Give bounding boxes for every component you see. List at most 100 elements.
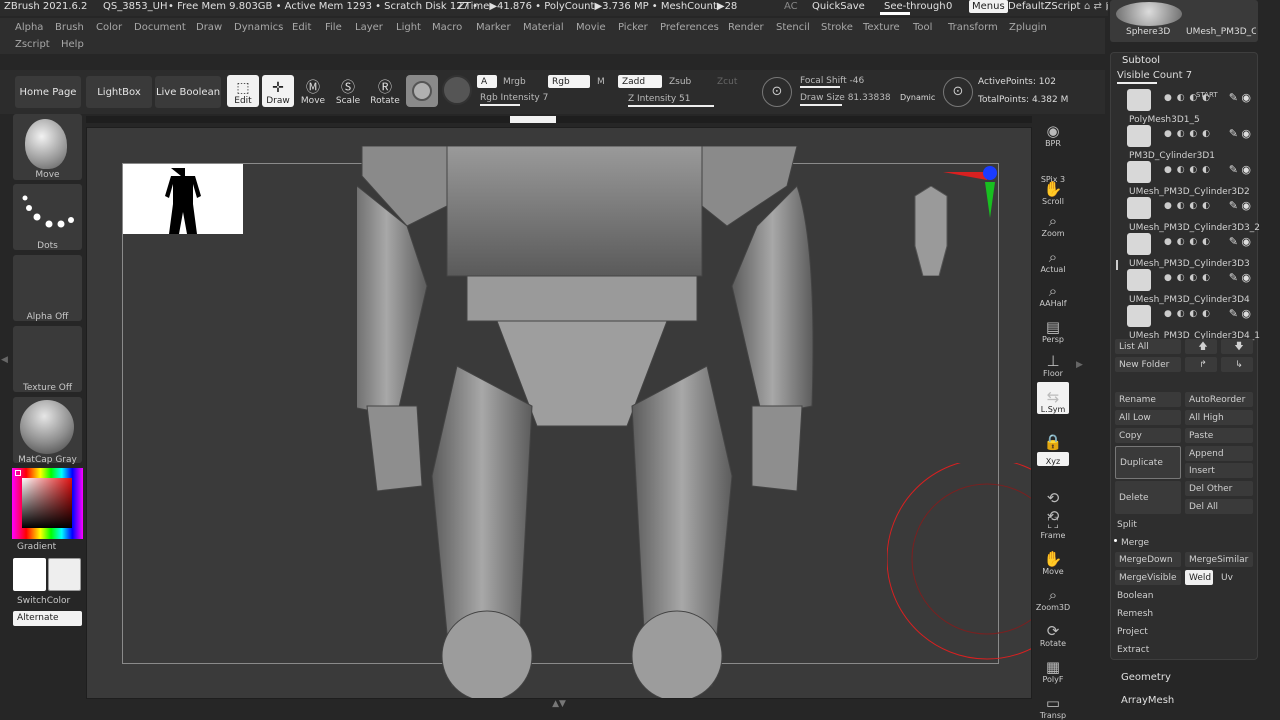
subtool-toggles-icon[interactable]: ● ◐ ◐ ◐ bbox=[1164, 201, 1211, 211]
move-tool-button[interactable]: Ⓜ Move bbox=[297, 75, 329, 107]
secondary-color-swatch[interactable] bbox=[48, 558, 81, 591]
aahalf-button[interactable]: ⌕ AAHalf bbox=[1037, 276, 1069, 308]
orientation-gizmo[interactable] bbox=[943, 162, 1003, 222]
menu-texture[interactable]: Texture bbox=[863, 22, 900, 33]
navigator-thumbnail[interactable] bbox=[123, 164, 243, 234]
insert-button[interactable]: Insert bbox=[1185, 463, 1253, 478]
dynamic-toggle[interactable]: Dynamic bbox=[896, 91, 940, 104]
menus-button[interactable]: Menus bbox=[969, 0, 1008, 13]
subtool-item[interactable]: ● ◐ ◐ ◐ ✎ ◉ UMesh_PM3D_Cylinder3D3_2 bbox=[1119, 197, 1260, 233]
menu-zplugin[interactable]: Zplugin bbox=[1009, 22, 1047, 33]
menu-help[interactable]: Help bbox=[61, 39, 84, 50]
append-button[interactable]: Append bbox=[1185, 446, 1253, 461]
mrgb-toggle[interactable]: Mrgb bbox=[499, 75, 537, 88]
menu-stencil[interactable]: Stencil bbox=[776, 22, 810, 33]
menu-file[interactable]: File bbox=[325, 22, 342, 33]
mergevisible-button[interactable]: MergeVisible bbox=[1115, 570, 1181, 585]
zcut-toggle[interactable]: Zcut bbox=[713, 75, 747, 88]
eye-icon[interactable]: ✎ ◉ bbox=[1229, 271, 1251, 284]
eye-icon[interactable]: ✎ ◉ bbox=[1229, 199, 1251, 212]
menu-color[interactable]: Color bbox=[96, 22, 122, 33]
polyf-button[interactable]: ▦ PolyF bbox=[1037, 652, 1069, 684]
timeline-marker[interactable] bbox=[510, 116, 556, 123]
boolean-section[interactable]: Boolean bbox=[1113, 588, 1257, 603]
menu-stroke[interactable]: Stroke bbox=[821, 22, 853, 33]
timeline-bar[interactable] bbox=[86, 116, 1032, 123]
menu-zscript[interactable]: Zscript bbox=[15, 39, 50, 50]
arraymesh-section[interactable]: ArrayMesh bbox=[1121, 695, 1174, 706]
lightbox-button[interactable]: LightBox bbox=[86, 76, 152, 108]
split-section[interactable]: Split bbox=[1113, 517, 1257, 532]
mergesimilar-button[interactable]: MergeSimilar bbox=[1185, 552, 1253, 567]
default-zscript-button[interactable]: DefaultZScript bbox=[1008, 1, 1080, 12]
uv-toggle[interactable]: Uv bbox=[1217, 570, 1253, 585]
all-high-button[interactable]: All High bbox=[1185, 410, 1253, 425]
subtool-item[interactable]: ● ◐ ◐ ◐ ✎ ◉ UMesh_PM3D_Cylinder3D4 bbox=[1119, 269, 1255, 305]
color-cursor[interactable] bbox=[15, 470, 21, 476]
menu-dynamics[interactable]: Dynamics bbox=[234, 22, 283, 33]
weld-toggle[interactable]: Weld bbox=[1185, 570, 1213, 585]
eye-icon[interactable]: ✎ ◉ bbox=[1229, 163, 1251, 176]
xyz-button[interactable]: Xyz bbox=[1037, 452, 1069, 466]
menu-alpha[interactable]: Alpha bbox=[15, 22, 43, 33]
floor-button[interactable]: ⊥ Floor bbox=[1037, 346, 1069, 378]
list-all-button[interactable]: List All bbox=[1115, 339, 1181, 354]
material-sphere-button[interactable] bbox=[406, 75, 438, 107]
project-section[interactable]: Project bbox=[1113, 624, 1257, 639]
extract-section[interactable]: Extract bbox=[1113, 642, 1257, 657]
geometry-section[interactable]: Geometry bbox=[1121, 672, 1171, 683]
mergedown-button[interactable]: MergeDown bbox=[1115, 552, 1181, 567]
zadd-toggle[interactable]: Zadd bbox=[618, 75, 662, 88]
seethrough-slider-fill[interactable] bbox=[880, 12, 910, 15]
copy-button[interactable]: Copy bbox=[1115, 428, 1181, 443]
menu-tool[interactable]: Tool bbox=[913, 22, 932, 33]
viewport-canvas[interactable] bbox=[86, 127, 1032, 699]
subtool-toggles-icon[interactable]: ● ◐ ◐ ◐ bbox=[1164, 309, 1211, 319]
menu-light[interactable]: Light bbox=[396, 22, 421, 33]
scale-tool-button[interactable]: Ⓢ Scale bbox=[332, 75, 364, 107]
subtool-toggles-icon[interactable]: ● ◐ ◐ ◐ bbox=[1164, 237, 1211, 247]
menu-picker[interactable]: Picker bbox=[618, 22, 648, 33]
menu-transform[interactable]: Transform bbox=[948, 22, 998, 33]
armor-model[interactable] bbox=[357, 146, 837, 699]
eye-icon[interactable]: ✎ ◉ bbox=[1229, 307, 1251, 320]
subtool-toggles-icon[interactable]: ● ◐ ◐ ◐ bbox=[1164, 165, 1211, 175]
scroll-button[interactable]: ✋ Scroll bbox=[1037, 174, 1069, 206]
material-thumbnail[interactable] bbox=[13, 397, 82, 463]
zoom3d-button[interactable]: ⌕ Zoom3D bbox=[1036, 580, 1070, 612]
menu-movie[interactable]: Movie bbox=[576, 22, 606, 33]
menu-marker[interactable]: Marker bbox=[476, 22, 511, 33]
z-intensity-slider[interactable]: Z Intensity 51 bbox=[624, 92, 754, 105]
paste-button[interactable]: Paste bbox=[1185, 428, 1253, 443]
menu-preferences[interactable]: Preferences bbox=[660, 22, 719, 33]
move-up-icon[interactable]: 🡅 bbox=[1185, 339, 1217, 354]
zoom-button[interactable]: ⌕ Zoom bbox=[1037, 206, 1069, 238]
new-folder-button[interactable]: New Folder bbox=[1115, 357, 1181, 372]
edit-tool-button[interactable]: ⬚ Edit bbox=[227, 75, 259, 107]
live-boolean-button[interactable]: Live Boolean bbox=[155, 76, 221, 108]
eye-icon[interactable]: ✎ ◉ bbox=[1229, 127, 1251, 140]
menu-document[interactable]: Document bbox=[134, 22, 186, 33]
frame-button[interactable]: ⛶ Frame bbox=[1037, 508, 1069, 540]
menu-draw[interactable]: Draw bbox=[196, 22, 222, 33]
ac-toggle[interactable]: AC bbox=[784, 1, 798, 12]
duplicate-button[interactable]: Duplicate bbox=[1115, 446, 1181, 479]
move-button[interactable]: ✋ Move bbox=[1037, 544, 1069, 576]
menu-render[interactable]: Render bbox=[728, 22, 764, 33]
visible-count-slider[interactable]: Visible Count 7 bbox=[1117, 70, 1192, 81]
right-collapse-icon[interactable]: ▶ bbox=[1076, 360, 1083, 370]
arrow-right-icon[interactable]: ↱ bbox=[1185, 357, 1217, 372]
actual-button[interactable]: ⌕ Actual bbox=[1037, 242, 1069, 274]
home-page-button[interactable]: Home Page bbox=[15, 76, 81, 108]
subtool-toggles-icon[interactable]: ● ◐ ◐ ◐ bbox=[1164, 93, 1211, 103]
seethrough-slider-label[interactable]: See-through bbox=[884, 1, 946, 12]
merge-section[interactable]: Merge bbox=[1113, 535, 1257, 550]
rgb-intensity-slider[interactable]: Rgb Intensity 7 bbox=[476, 91, 616, 104]
alternate-button[interactable]: Alternate bbox=[13, 611, 82, 626]
move-down-icon[interactable]: 🡇 bbox=[1221, 339, 1253, 354]
umesh-label[interactable]: UMesh_PM3D_C bbox=[1186, 27, 1256, 37]
draw-size-slider[interactable]: Draw Size 81.33838 bbox=[796, 91, 896, 104]
menu-layer[interactable]: Layer bbox=[355, 22, 383, 33]
switchcolor-label[interactable]: SwitchColor bbox=[17, 596, 70, 606]
del-other-button[interactable]: Del Other bbox=[1185, 481, 1253, 496]
